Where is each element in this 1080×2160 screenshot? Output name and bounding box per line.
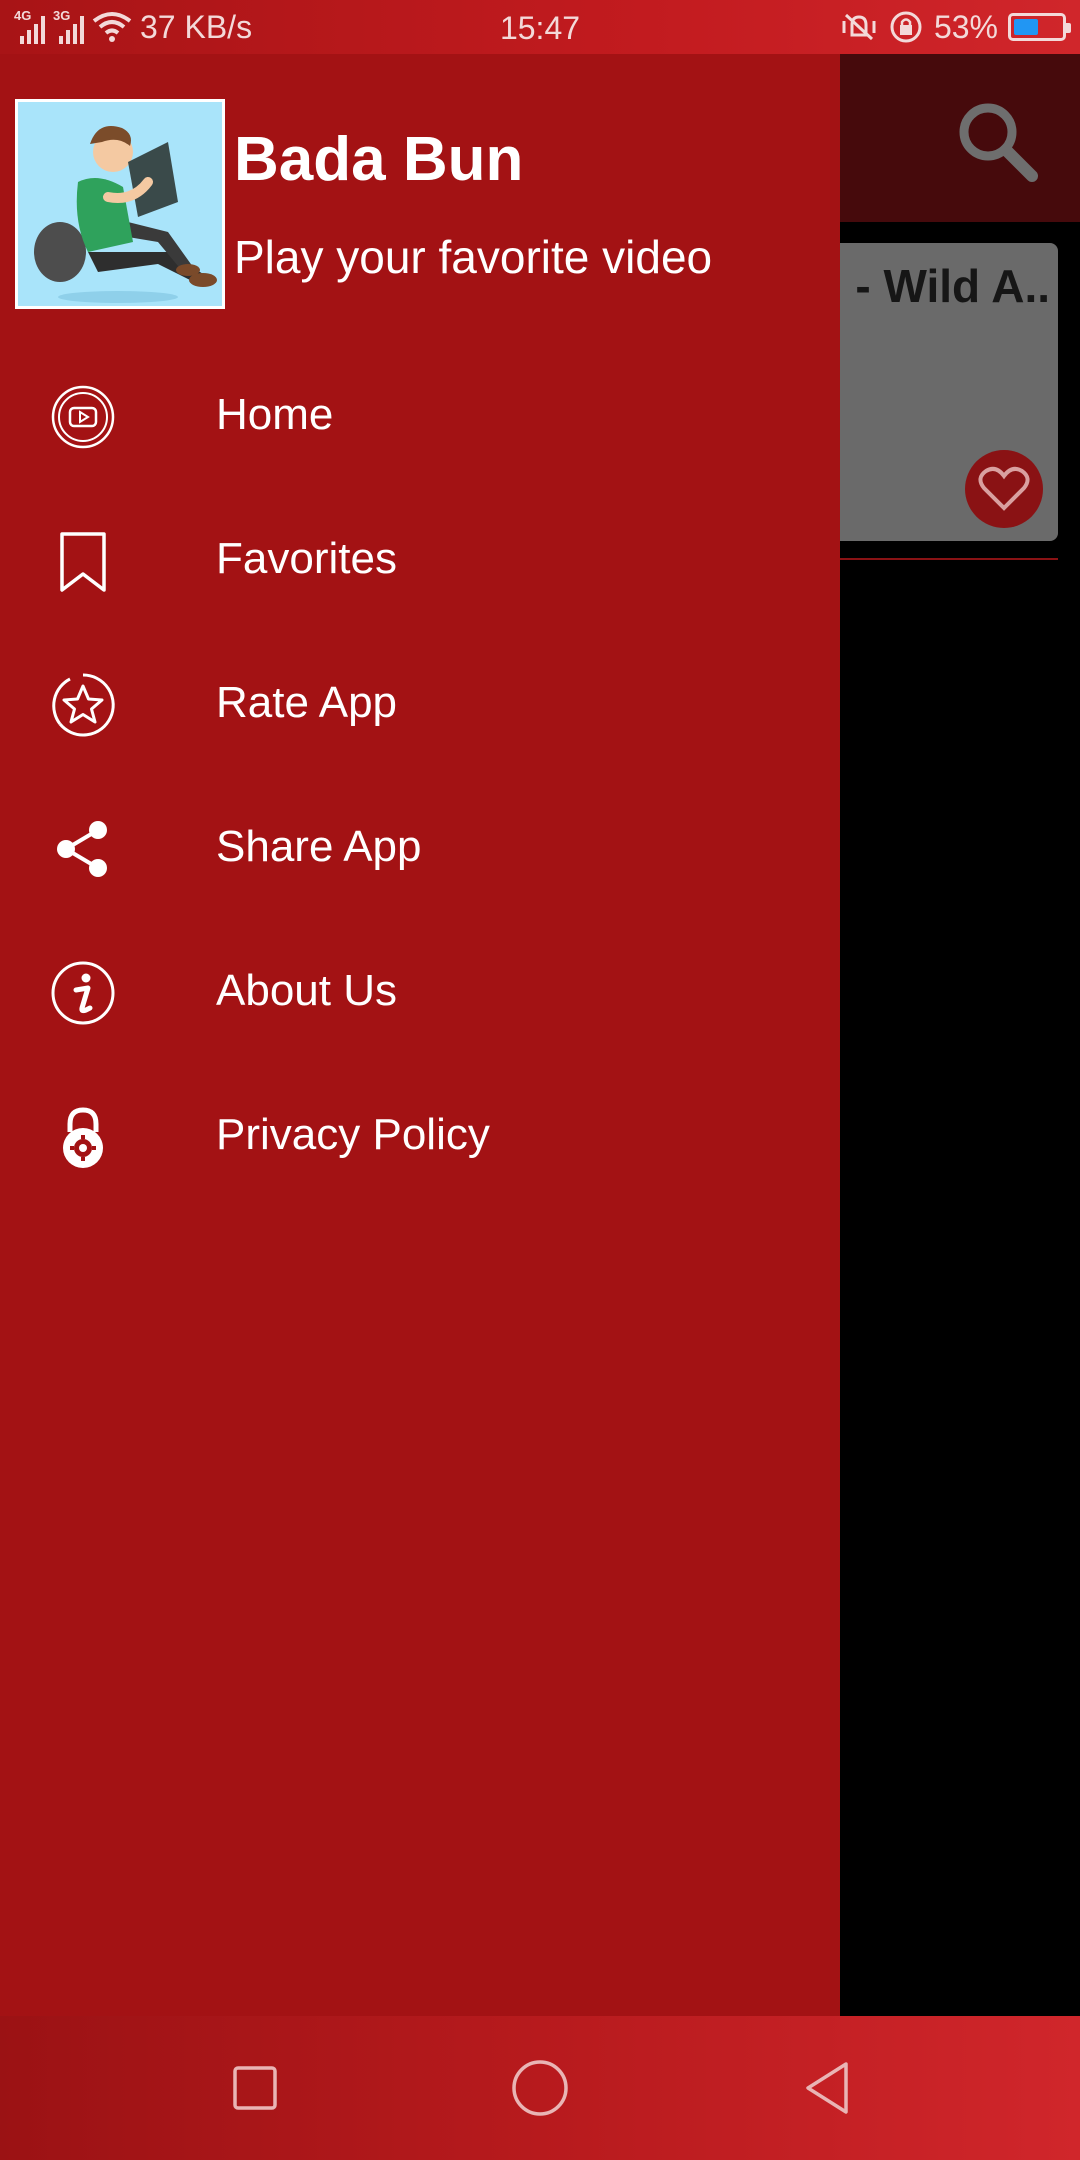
battery-percent: 53% [933, 8, 998, 45]
home-circle-icon [512, 2060, 568, 2116]
menu-label-privacy-policy: Privacy Policy [216, 1110, 490, 1159]
youtube-play-icon [50, 384, 116, 450]
network-speed: 37 KB/s [140, 8, 253, 45]
app-tagline: Play your favorite video [234, 231, 713, 283]
menu-item-rate-app[interactable]: Rate App [0, 632, 840, 776]
system-navigation-bar [0, 2016, 1080, 2160]
menu-label-about-us: About Us [216, 966, 397, 1015]
home-button[interactable] [504, 2052, 576, 2124]
star-icon [50, 672, 116, 738]
heart-icon [978, 466, 1030, 511]
menu-label-home: Home [216, 390, 334, 439]
menu-item-share-app[interactable]: Share App [0, 776, 840, 920]
app-name: Bada Bun [234, 125, 524, 194]
network-type-3g: 3G [53, 8, 71, 23]
signal-4g-icon: 4G [14, 8, 45, 44]
menu-label-favorites: Favorites [216, 534, 397, 583]
status-bar: 4G 3G 37 KB/s 15:47 53% [0, 0, 1080, 54]
student-reading-illustration [18, 102, 222, 306]
rotation-lock-icon [890, 11, 922, 43]
network-type-4g: 4G [14, 8, 32, 23]
bookmark-icon [50, 528, 116, 594]
favorite-button[interactable] [965, 450, 1043, 528]
menu-item-home[interactable]: Home [0, 344, 840, 488]
menu-item-privacy-policy[interactable]: Privacy Policy [0, 1064, 840, 1208]
lock-icon [50, 1104, 116, 1170]
navigation-drawer: Bada Bun Play your favorite video Home F… [0, 54, 840, 2016]
status-right: 53% [840, 0, 1071, 54]
search-icon[interactable] [952, 96, 1042, 186]
menu-label-share-app: Share App [216, 822, 422, 871]
recents-button[interactable] [219, 2052, 291, 2124]
back-button[interactable] [792, 2052, 864, 2124]
drawer-menu: Home Favorites Rate App Share App About … [0, 344, 840, 1208]
menu-item-favorites[interactable]: Favorites [0, 488, 840, 632]
vibrate-mute-icon [842, 13, 876, 41]
signal-3g-icon: 3G [53, 8, 84, 44]
status-left: 4G 3G 37 KB/s [14, 0, 252, 54]
battery-fill [1014, 19, 1039, 35]
menu-item-about-us[interactable]: About Us [0, 920, 840, 1064]
back-triangle-icon [806, 2062, 848, 2114]
battery-icon [1008, 13, 1071, 41]
menu-label-rate-app: Rate App [216, 678, 398, 727]
share-icon [50, 816, 116, 882]
app-logo [15, 99, 225, 309]
wifi-icon [92, 12, 132, 42]
recents-square-icon [233, 2066, 277, 2110]
info-icon [50, 960, 116, 1026]
